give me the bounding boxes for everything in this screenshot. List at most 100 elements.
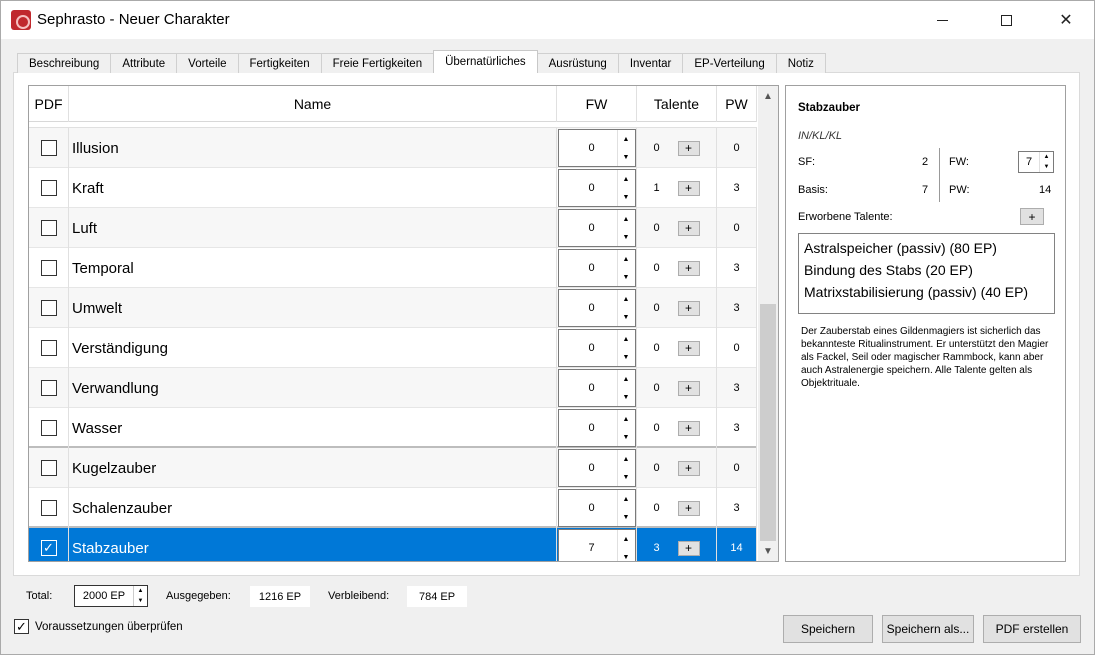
fw-value[interactable]: 0 [559,490,617,526]
pdf-checkbox[interactable]: ✓ [40,540,57,556]
fw-spinbox[interactable]: 0 ▲ ▼ [557,369,636,407]
table-row[interactable]: ✓ Stabzauber 7 ▲ ▼ 3 +14 [29,528,757,561]
scroll-up-icon[interactable]: ▲ [758,86,778,106]
spin-down-icon[interactable]: ▼ [618,188,635,206]
add-talent-button[interactable]: + [677,380,700,396]
fw-value[interactable]: 0 [559,450,617,486]
voraussetzungen-toggle[interactable]: ✓ Voraussetzungen überprüfen [14,619,183,634]
add-talent-button[interactable]: + [677,220,700,236]
spin-down-icon[interactable]: ▼ [618,468,635,486]
total-ep-spinbox[interactable]: 2000 EP ▲ ▼ [74,585,148,607]
fw-spinbox[interactable]: 0 ▲ ▼ [557,449,636,487]
talent-item[interactable]: Astralspeicher (passiv) (80 EP) [804,237,1049,259]
fw-value[interactable]: 0 [559,410,617,446]
name-cell[interactable]: Kraft [69,168,557,208]
pdf-checkbox[interactable] [40,460,57,476]
name-cell[interactable]: Kugelzauber [69,448,557,488]
spin-up-icon[interactable]: ▲ [618,130,635,148]
header-name[interactable]: Name [69,86,557,122]
spin-up-icon[interactable]: ▲ [618,210,635,228]
close-button[interactable]: ✕ [1043,1,1089,39]
table-row[interactable]: Wasser 0 ▲ ▼ 0 +3 [29,408,757,448]
fw-spinbox[interactable]: 0 ▲ ▼ [557,249,636,287]
tab-vorteile[interactable]: Vorteile [176,53,239,73]
table-row[interactable]: Umwelt 0 ▲ ▼ 0 +3 [29,288,757,328]
pdf-checkbox[interactable] [40,500,57,516]
header-talente[interactable]: Talente [637,86,717,122]
header-pdf[interactable]: PDF [29,86,69,122]
spin-up-icon[interactable]: ▲ [618,170,635,188]
spin-down-icon[interactable]: ▼ [618,548,635,561]
tab-inventar[interactable]: Inventar [617,53,684,73]
spin-up-icon[interactable]: ▲ [618,450,635,468]
tab-notiz[interactable]: Notiz [775,53,826,73]
add-talent-button[interactable]: + [677,300,700,316]
fw-value[interactable]: 0 [559,290,617,326]
spin-up-icon[interactable]: ▲ [618,330,635,348]
spin-up-icon[interactable]: ▲ [618,370,635,388]
add-talent-button[interactable]: + [677,180,700,196]
fw-spinbox[interactable]: 0 ▲ ▼ [557,489,636,527]
spin-down-icon[interactable]: ▼ [618,228,635,246]
add-talent-button[interactable]: + [677,460,700,476]
tab-ausruestung[interactable]: Ausrüstung [536,53,619,73]
voraussetzungen-checkbox[interactable]: ✓ [14,619,29,634]
name-cell[interactable]: Illusion [69,128,557,168]
add-talent-button[interactable]: + [677,340,700,356]
header-pw[interactable]: PW [717,86,757,122]
pdf-export-button[interactable]: PDF erstellen [983,615,1081,643]
fw-spinbox[interactable]: 0 ▲ ▼ [557,129,636,167]
name-cell[interactable]: Verwandlung [69,368,557,408]
name-cell[interactable]: Temporal [69,248,557,288]
spin-down-icon[interactable]: ▼ [1040,162,1053,172]
spin-down-icon[interactable]: ▼ [618,308,635,326]
spin-up-icon[interactable]: ▲ [618,410,635,428]
pdf-checkbox[interactable] [40,260,57,276]
total-ep-value[interactable]: 2000 EP [75,586,133,606]
pdf-checkbox[interactable] [40,300,57,316]
table-row[interactable]: Kraft 0 ▲ ▼ 1 +3 [29,168,757,208]
fw-value[interactable]: 7 [559,530,617,561]
spin-up-icon[interactable]: ▲ [618,490,635,508]
talent-item[interactable]: Matrixstabilisierung (passiv) (40 EP) [804,281,1049,303]
pdf-checkbox[interactable] [40,140,57,156]
table-scrollbar[interactable]: ▲ ▼ [758,86,778,561]
add-talent-button[interactable]: + [677,500,700,516]
name-cell[interactable]: Stabzauber [69,528,557,561]
name-cell[interactable]: Umwelt [69,288,557,328]
header-fw[interactable]: FW [557,86,637,122]
name-cell[interactable]: Luft [69,208,557,248]
add-talent-button[interactable]: + [677,420,700,436]
table-row[interactable]: Verständigung 0 ▲ ▼ 0 +0 [29,328,757,368]
fw-value[interactable]: 0 [559,370,617,406]
save-as-button[interactable]: Speichern als... [882,615,974,643]
table-row[interactable]: Verwandlung 0 ▲ ▼ 0 +3 [29,368,757,408]
scroll-thumb[interactable] [760,304,776,541]
tab-fertigkeiten[interactable]: Fertigkeiten [237,53,322,73]
pdf-checkbox[interactable] [40,380,57,396]
spin-down-icon[interactable]: ▼ [618,148,635,166]
spin-down-icon[interactable]: ▼ [618,428,635,446]
spin-down-icon[interactable]: ▼ [618,388,635,406]
add-talent-button[interactable]: + [677,260,700,276]
table-row[interactable]: Temporal 0 ▲ ▼ 0 +3 [29,248,757,288]
table-row[interactable]: Illusion 0 ▲ ▼ 0 +0 [29,128,757,168]
fw-value[interactable]: 0 [559,130,617,166]
spin-up-icon[interactable]: ▲ [134,586,147,596]
fw-value[interactable]: 0 [559,250,617,286]
fw-spinbox[interactable]: 7 ▲ ▼ [1018,151,1054,173]
name-cell[interactable]: Wasser [69,408,557,448]
spin-up-icon[interactable]: ▲ [618,290,635,308]
tab-attribute[interactable]: Attribute [110,53,178,73]
fw-value[interactable]: 0 [559,210,617,246]
fw-spinbox[interactable]: 7 ▲ ▼ [557,529,636,561]
talent-item[interactable]: Bindung des Stabs (20 EP) [804,259,1049,281]
fw-spinbox[interactable]: 0 ▲ ▼ [557,409,636,447]
tab-uebernatuerliches[interactable]: Übernatürliches [433,50,538,73]
add-talent-button[interactable]: + [1020,208,1044,225]
name-cell[interactable]: Verständigung [69,328,557,368]
scroll-down-icon[interactable]: ▼ [758,541,778,561]
table-row[interactable]: Schalenzauber 0 ▲ ▼ 0 +3 [29,488,757,528]
talent-list[interactable]: Astralspeicher (passiv) (80 EP) Bindung … [798,233,1055,314]
table-row[interactable]: Luft 0 ▲ ▼ 0 +0 [29,208,757,248]
